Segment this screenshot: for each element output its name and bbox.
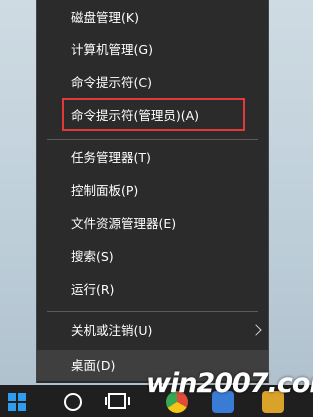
menu-separator xyxy=(47,311,258,312)
menu-item-command-prompt-admin[interactable]: 命令提示符(管理员)(A) xyxy=(37,102,268,130)
menu-item-command-prompt[interactable]: 命令提示符(C) xyxy=(37,69,268,97)
windows-start-icon[interactable] xyxy=(8,393,26,411)
taskbar xyxy=(0,385,313,417)
chevron-right-icon xyxy=(250,324,262,336)
menu-separator xyxy=(47,139,258,140)
menu-item-label: 计算机管理(G) xyxy=(71,42,153,57)
menu-item-desktop[interactable]: 桌面(D) xyxy=(37,350,268,381)
taskbar-app-icon[interactable] xyxy=(262,391,284,413)
menu-item-label: 运行(R) xyxy=(71,282,115,297)
menu-item-label: 控制面板(P) xyxy=(71,183,139,198)
menu-item-label: 文件资源管理器(E) xyxy=(71,216,177,231)
menu-item-control-panel[interactable]: 控制面板(P) xyxy=(37,177,268,205)
menu-item-task-manager[interactable]: 任务管理器(T) xyxy=(37,144,268,172)
desktop: 磁盘管理(K) 计算机管理(G) 命令提示符(C) 命令提示符(管理员)(A) … xyxy=(0,0,313,417)
menu-item-label: 搜索(S) xyxy=(71,249,114,264)
menu-item-computer-management[interactable]: 计算机管理(G) xyxy=(37,36,268,64)
menu-item-label: 任务管理器(T) xyxy=(71,150,151,165)
menu-item-label: 命令提示符(C) xyxy=(71,75,152,90)
menu-item-shutdown-signout[interactable]: 关机或注销(U) xyxy=(37,317,268,345)
winx-context-menu: 磁盘管理(K) 计算机管理(G) 命令提示符(C) 命令提示符(管理员)(A) … xyxy=(36,0,269,383)
taskbar-app-icon[interactable] xyxy=(212,391,234,413)
taskbar-app-icon[interactable] xyxy=(166,391,188,413)
cortana-circle-icon[interactable] xyxy=(64,393,82,411)
menu-item-file-explorer[interactable]: 文件资源管理器(E) xyxy=(37,210,268,238)
menu-item-disk-management[interactable]: 磁盘管理(K) xyxy=(37,4,268,32)
menu-item-run[interactable]: 运行(R) xyxy=(37,276,268,304)
menu-item-label: 磁盘管理(K) xyxy=(71,10,139,25)
task-view-icon[interactable] xyxy=(105,393,130,409)
menu-item-label: 关机或注销(U) xyxy=(71,323,153,338)
menu-item-label: 命令提示符(管理员)(A) xyxy=(71,108,200,123)
menu-item-search[interactable]: 搜索(S) xyxy=(37,243,268,271)
menu-item-label: 桌面(D) xyxy=(71,358,116,373)
